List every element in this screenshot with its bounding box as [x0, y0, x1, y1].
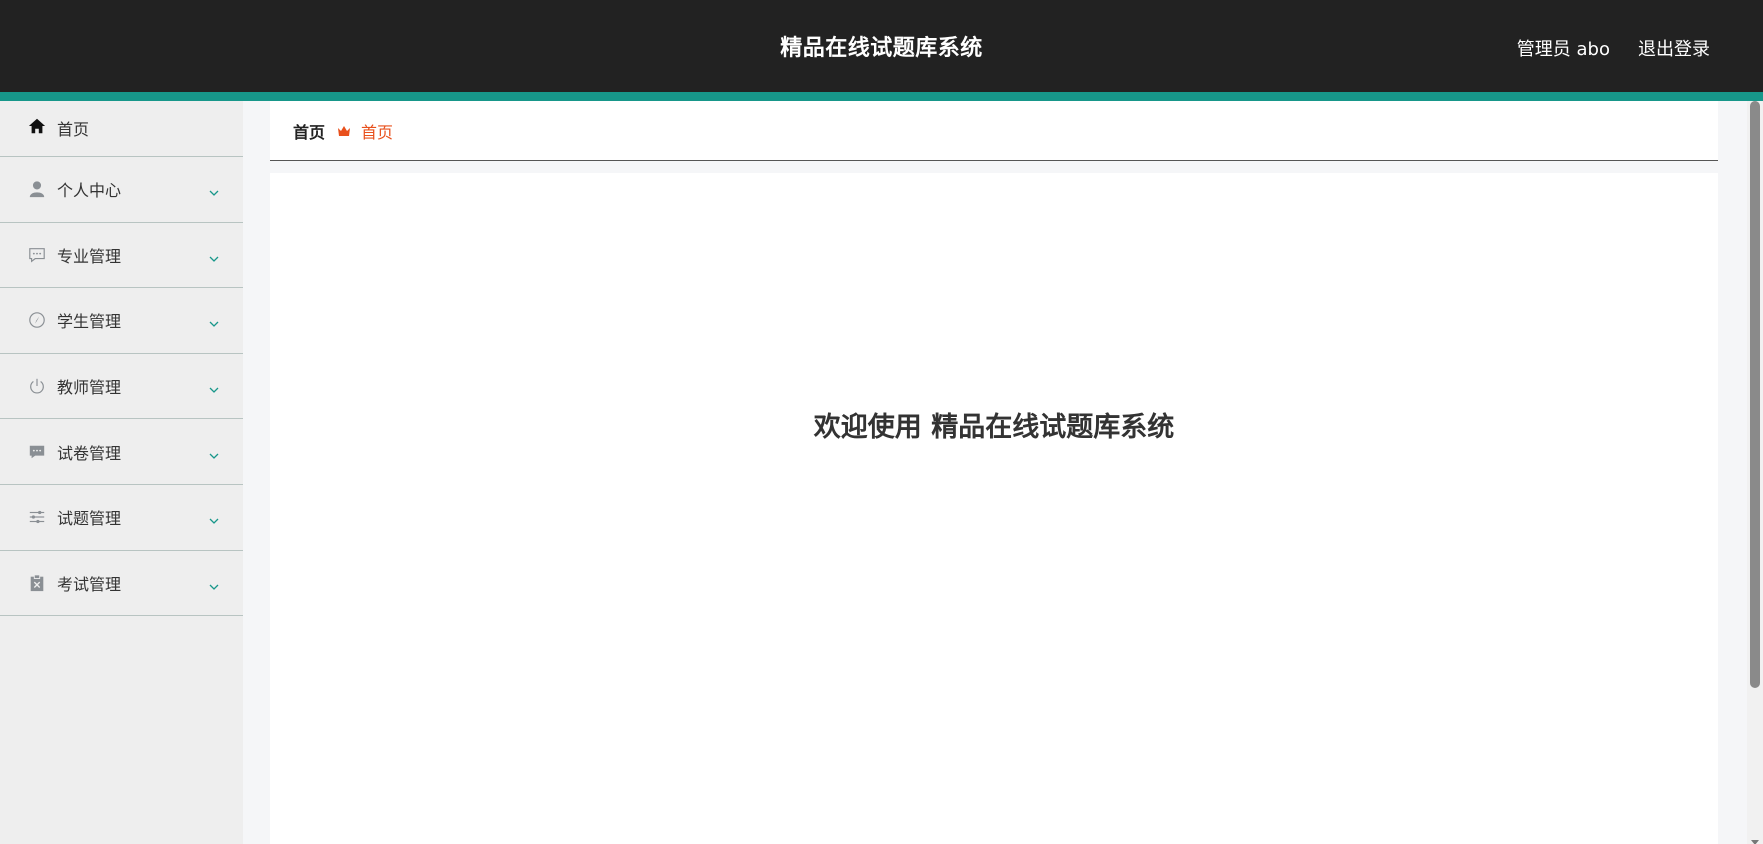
breadcrumb: 首页 首页: [270, 101, 1718, 161]
sidebar-item-home[interactable]: 首页: [0, 101, 243, 157]
main-content: 欢迎使用 精品在线试题库系统: [270, 173, 1718, 844]
home-icon: [27, 116, 47, 136]
chevron-down-icon: [209, 183, 219, 197]
scroll-down-arrow-icon[interactable]: [1750, 832, 1760, 844]
clipboard-x-icon: [27, 573, 47, 593]
top-header: 精品在线试题库系统 管理员 abo 退出登录: [0, 0, 1763, 92]
sidebar-item-label: 考试管理: [57, 574, 122, 594]
sidebar-item-label: 试卷管理: [57, 443, 122, 463]
crown-icon: [337, 124, 351, 137]
chevron-down-icon: [209, 446, 219, 459]
scrollbar-thumb[interactable]: [1750, 101, 1760, 688]
sidebar-item-label: 试题管理: [57, 509, 122, 529]
user-icon: [27, 179, 47, 199]
header-actions: 管理员 abo 退出登录: [1517, 35, 1710, 61]
app-title: 精品在线试题库系统: [780, 36, 983, 61]
sidebar-item-major[interactable]: 专业管理: [0, 223, 243, 289]
chevron-down-icon: [209, 511, 219, 525]
sidebar-item-papers[interactable]: 试卷管理: [0, 419, 243, 485]
sidebar-item-label: 首页: [57, 120, 90, 139]
chevron-down-icon: [209, 249, 219, 262]
sidebar-item-questions[interactable]: 试题管理: [0, 485, 243, 551]
sidebar-item-label: 专业管理: [57, 246, 122, 266]
power-icon: [27, 376, 47, 396]
compass-icon: [27, 310, 47, 330]
sidebar-menu: 首页 个人中心 专业管理 学生管理 教师管理 试卷管理 试题管理 考试管理: [0, 101, 243, 844]
sidebar-item-label: 学生管理: [57, 312, 122, 332]
chevron-down-icon: [209, 314, 219, 328]
breadcrumb-current: 首页: [361, 122, 394, 142]
logout-button[interactable]: 退出登录: [1638, 35, 1710, 61]
message-icon: [27, 442, 47, 462]
sidebar-item-label: 教师管理: [57, 378, 122, 398]
sidebar-item-teachers[interactable]: 教师管理: [0, 354, 243, 420]
chevron-down-icon: [209, 577, 219, 590]
sidebar-item-exams[interactable]: 考试管理: [0, 551, 243, 617]
sidebar-item-profile[interactable]: 个人中心: [0, 157, 243, 223]
breadcrumb-root[interactable]: 首页: [293, 119, 325, 143]
chevron-down-icon: [209, 380, 219, 393]
welcome-heading: 欢迎使用 精品在线试题库系统: [813, 412, 1175, 443]
sidebar-item-students[interactable]: 学生管理: [0, 288, 243, 354]
header-accent-bar: [0, 92, 1763, 101]
sliders-icon: [27, 507, 47, 527]
current-user-label: 管理员 abo: [1516, 39, 1610, 60]
sidebar-item-label: 个人中心: [57, 181, 122, 201]
chat-dots-icon: [27, 245, 47, 265]
